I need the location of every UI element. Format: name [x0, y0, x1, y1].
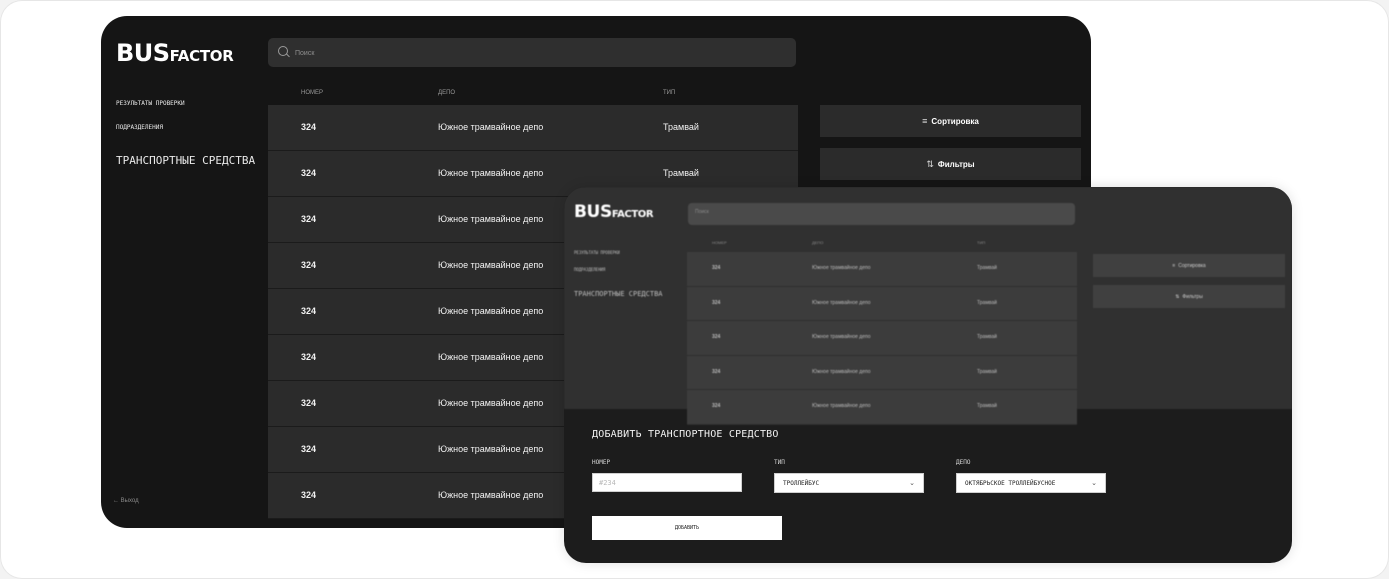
sort-icon: ≡	[922, 116, 928, 126]
cell-depot: Южное трамвайное депо	[438, 352, 544, 362]
cell-number: 324	[712, 265, 721, 271]
cell-number: 324	[301, 306, 317, 316]
cell-depot: Южное трамвайное депо	[812, 368, 871, 375]
type-select-value: Троллейбус	[783, 479, 820, 487]
cell-number: 324	[301, 168, 317, 178]
search-bar: Поиск	[688, 203, 1075, 225]
vehicles-table: 324 Южное трамвайное депо Трамвай 324 Южное…	[687, 252, 1077, 425]
sidebar-item-vehicles: Транспортные средства	[574, 290, 663, 298]
cell-number: 324	[301, 444, 317, 454]
cell-depot: Южное трамвайное депо	[812, 403, 871, 409]
number-label: Номер	[592, 459, 611, 466]
number-field[interactable]	[592, 473, 742, 492]
cell-depot: Южное трамвайное депо	[812, 265, 871, 271]
logo-subtext: FACTOR	[169, 47, 234, 65]
logo-text: BUS	[116, 39, 170, 67]
cell-number: 324	[301, 352, 317, 362]
table-row: 324 Южное трамвайное депо Трамвай	[687, 286, 1077, 321]
cell-depot: Южное трамвайное депо	[438, 306, 544, 316]
cell-number: 324	[301, 490, 317, 500]
column-header-type: Тип	[977, 240, 986, 245]
form-title: Добавить транспортное средство	[592, 429, 779, 440]
cell-depot: Южное трамвайное депо	[438, 490, 544, 500]
filter-button: ⇅ Фильтры	[1093, 285, 1285, 308]
search-placeholder: Поиск	[695, 209, 709, 215]
cell-type: Трамвай	[663, 122, 699, 132]
cell-depot: Южное трамвайное депо	[438, 444, 544, 454]
cell-type: Трамвай	[977, 403, 997, 409]
exit-link[interactable]: ← Выход	[113, 498, 139, 504]
search-input[interactable]	[293, 44, 777, 62]
exit-label: Выход	[120, 498, 139, 504]
cell-type: Трамвай	[977, 368, 997, 375]
sort-button: ≡ Сортировка	[1093, 254, 1285, 277]
cell-type: Трамвай	[977, 334, 997, 340]
search-bar[interactable]	[268, 38, 796, 67]
filter-label: Фильтры	[1182, 293, 1203, 300]
add-vehicle-window: BUSFACTOR Результаты проверки Подразделе…	[564, 187, 1292, 563]
cell-number: 324	[301, 260, 317, 270]
sidebar-item-results[interactable]: Результаты проверки	[116, 100, 185, 107]
chevron-down-icon: ⌄	[1091, 480, 1097, 487]
filter-button[interactable]: ⇅ Фильтры	[820, 148, 1081, 180]
cell-number: 324	[712, 299, 721, 306]
sidebar-item-divisions: Подразделения	[574, 267, 606, 272]
cell-depot: Южное трамвайное депо	[438, 398, 544, 408]
depot-label: Депо	[956, 459, 971, 466]
search-icon	[278, 46, 288, 56]
cell-depot: Южное трамвайное депо	[812, 334, 871, 340]
depot-select-value: Октябрьское троллейбусное	[965, 479, 1056, 487]
cell-type: Трамвай	[663, 168, 699, 178]
column-header-depot: Депо	[812, 240, 824, 245]
type-label: Тип	[774, 459, 785, 466]
sidebar-item-divisions[interactable]: Подразделения	[116, 124, 163, 131]
filter-icon: ⇅	[1175, 293, 1180, 300]
column-header-depot: Депо	[438, 90, 456, 96]
column-header-number: Номер	[301, 90, 324, 96]
table-row: 324 Южное трамвайное депо Трамвай	[687, 321, 1077, 356]
logo-subtext: FACTOR	[611, 209, 654, 220]
cell-depot: Южное трамвайное депо	[438, 214, 544, 224]
cell-number: 324	[712, 403, 721, 409]
logo-text: BUS	[574, 202, 612, 222]
app-logo: BUSFACTOR	[574, 202, 654, 222]
add-button[interactable]: Добавить	[592, 516, 782, 540]
chevron-down-icon: ⌄	[909, 480, 915, 487]
cell-number: 324	[301, 214, 317, 224]
blurred-background: BUSFACTOR Результаты проверки Подразделе…	[564, 187, 1292, 425]
cell-type: Трамвай	[977, 265, 997, 271]
table-row: 324 Южное трамвайное депо Трамвай	[687, 252, 1077, 287]
table-row: 324 Южное трамвайное депо Трамвай	[687, 355, 1077, 390]
cell-depot: Южное трамвайное депо	[438, 122, 544, 132]
column-header-type: Тип	[663, 90, 676, 96]
cell-depot: Южное трамвайное депо	[438, 260, 544, 270]
type-select[interactable]: Троллейбус ⌄	[774, 473, 924, 493]
cell-number: 324	[301, 398, 317, 408]
cell-depot: Южное трамвайное депо	[438, 168, 544, 178]
table-row[interactable]: 324 Южное трамвайное депо Трамвай	[268, 105, 798, 151]
sort-button[interactable]: ≡ Сортировка	[820, 105, 1081, 137]
sort-label: Сортировка	[931, 116, 979, 126]
depot-select[interactable]: Октябрьское троллейбусное ⌄	[956, 473, 1106, 493]
app-logo: BUSFACTOR	[116, 39, 234, 67]
filter-label: Фильтры	[937, 159, 975, 169]
cell-type: Трамвай	[977, 299, 997, 306]
cell-number: 324	[712, 368, 721, 375]
filter-icon: ⇅	[926, 158, 934, 169]
cell-depot: Южное трамвайное депо	[812, 299, 871, 306]
sidebar-item-results: Результаты проверки	[574, 250, 620, 255]
cell-number: 324	[712, 334, 721, 340]
table-row: 324 Южное трамвайное депо Трамвай	[687, 390, 1077, 425]
sort-icon: ≡	[1172, 262, 1176, 269]
cell-number: 324	[301, 122, 317, 132]
sidebar-item-vehicles[interactable]: Транспортные средства	[116, 154, 255, 167]
sort-label: Сортировка	[1178, 262, 1206, 269]
column-header-number: Номер	[712, 240, 727, 245]
